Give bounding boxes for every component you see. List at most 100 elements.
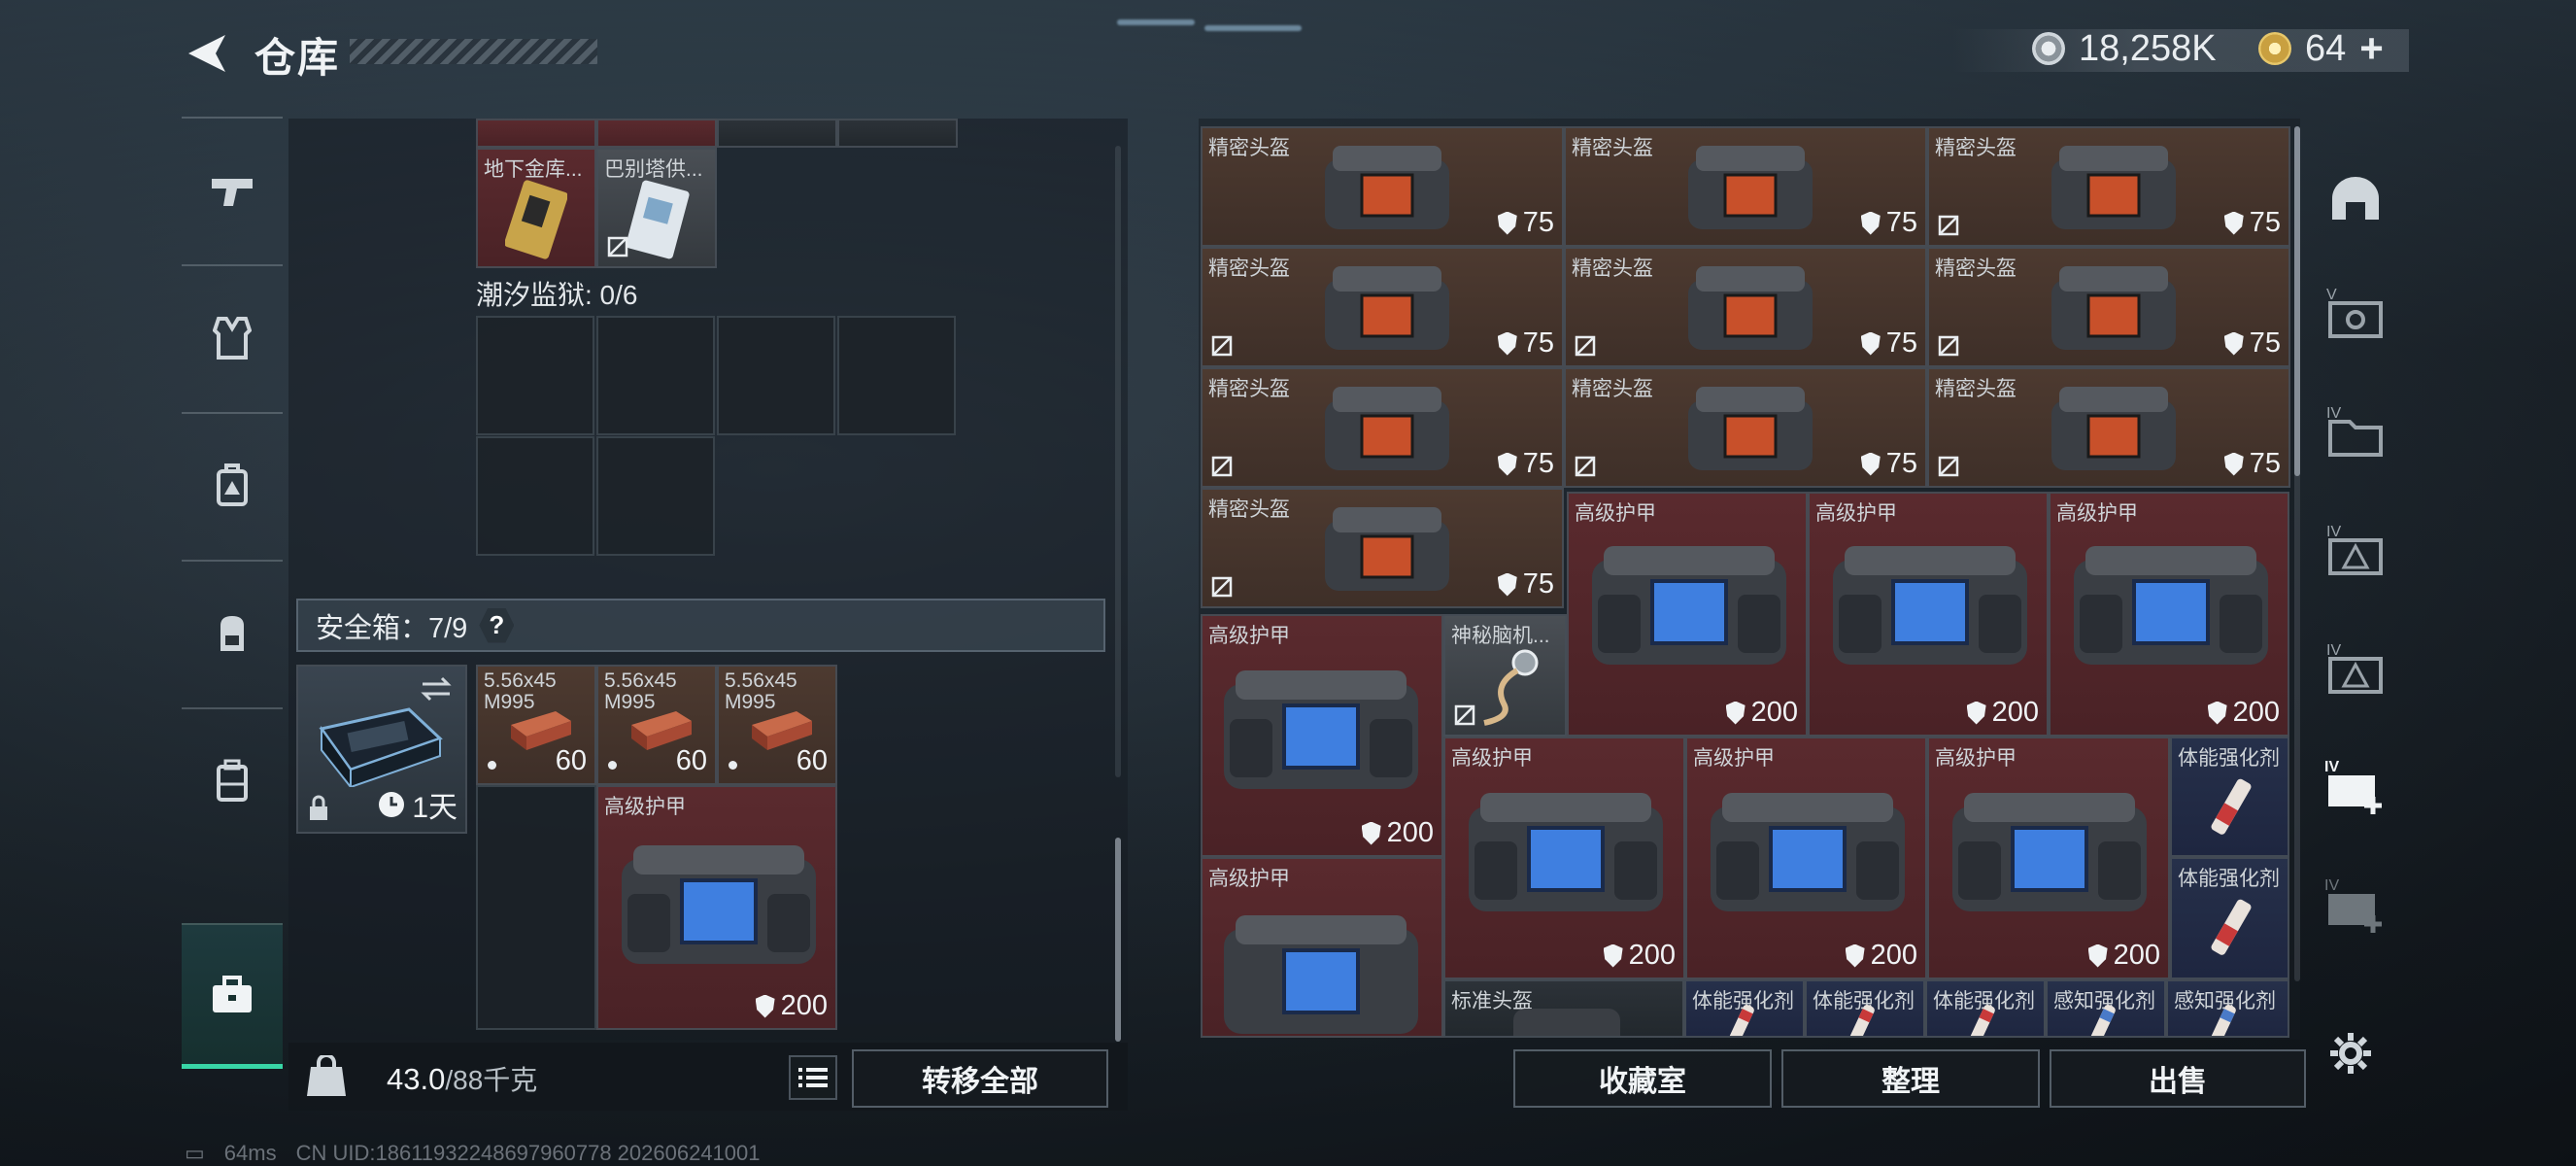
item-babel-key[interactable]: 巴别塔供... <box>596 148 717 268</box>
helmet-value: 75 <box>2223 448 2281 480</box>
item-stim[interactable]: 体能强化剂 <box>1805 979 1925 1038</box>
right-scrollbar[interactable] <box>2294 126 2300 476</box>
nav-weapons[interactable] <box>182 117 283 262</box>
syringe-icon <box>1970 1005 1995 1036</box>
settings-button[interactable] <box>2323 1026 2378 1080</box>
gold-amount: 64 <box>2305 27 2347 69</box>
nav-backpack[interactable] <box>182 560 283 705</box>
dot-marker <box>488 761 496 770</box>
item-name: 高级护甲 <box>1575 502 1656 525</box>
help-button[interactable]: ? <box>479 607 515 643</box>
item-ammo[interactable]: 5.56x45 M995 60 <box>596 665 717 785</box>
item-advanced-armor[interactable]: 高级护甲 200 <box>1685 737 1927 979</box>
item-precision-helmet[interactable]: 精密头盔 75 <box>1564 247 1927 367</box>
ammo-count: 60 <box>796 745 828 776</box>
item-advanced-armor[interactable]: 高级护甲 200 <box>596 785 837 1030</box>
item-stim[interactable]: 体能强化剂 <box>1684 979 1805 1038</box>
unbound-icon <box>1211 456 1233 477</box>
left-scrollbar[interactable] <box>1115 838 1121 1042</box>
battery-icon: ▭ <box>185 1141 205 1165</box>
rnav-slot-iv-3[interactable]: IV <box>2302 616 2409 721</box>
slot-iv-triangle-icon: IV <box>2326 524 2383 575</box>
shield-icon <box>1497 211 1517 235</box>
helmet-value: 75 <box>2223 207 2281 239</box>
uid-text: CN UID:18611932248697960778 202606241001 <box>295 1141 761 1165</box>
nav-storage[interactable] <box>182 707 283 853</box>
safebox-container[interactable]: 1天 <box>296 665 467 834</box>
safebox-label: 安全箱：7/9 <box>316 612 468 644</box>
item-name: 体能强化剂 <box>2178 747 2280 770</box>
item-stim[interactable]: 体能强化剂 <box>2170 857 2289 979</box>
empty-slot[interactable] <box>476 316 594 435</box>
item-precision-helmet[interactable]: 精密头盔 75 <box>1564 367 1927 488</box>
item-precision-helmet[interactable]: 精密头盔 75 <box>1927 367 2290 488</box>
back-button[interactable] <box>175 25 235 82</box>
list-view-button[interactable] <box>789 1055 837 1100</box>
item-mystery-brain[interactable]: 神秘脑机... <box>1443 614 1567 737</box>
shield-icon <box>1966 701 1986 725</box>
nav-chest-rig[interactable] <box>182 412 283 558</box>
rnav-slot-iv-add[interactable]: IV <box>2302 735 2409 840</box>
empty-slot[interactable] <box>717 316 835 435</box>
currency-silver[interactable]: 18,258K <box>2032 27 2217 70</box>
item-precision-helmet[interactable]: 精密头盔 75 <box>1564 126 1927 247</box>
item-name: 精密头盔 <box>1572 378 1653 400</box>
item-partial[interactable] <box>837 119 958 148</box>
armor-plate-icon <box>1469 793 1663 911</box>
safebox-duration: 1天 <box>377 783 458 826</box>
currency-gold[interactable]: 64 + <box>2258 25 2384 72</box>
item-name: 精密头盔 <box>1572 257 1653 280</box>
slot-iv-stack-icon: IV <box>2326 642 2383 694</box>
nav-armor[interactable] <box>182 264 283 410</box>
item-standard-helmet[interactable]: 标准头盔 <box>1443 979 1684 1038</box>
item-vault-key[interactable]: 地下金库... <box>476 148 596 268</box>
item-ammo[interactable]: 5.56x45 M995 60 <box>476 665 596 785</box>
empty-slot[interactable] <box>596 316 715 435</box>
item-perception-stim[interactable]: 感知强化剂 <box>2046 979 2166 1038</box>
empty-slot[interactable] <box>476 785 596 1030</box>
helmet-value: 75 <box>2223 327 2281 360</box>
item-precision-helmet[interactable]: 精密头盔 75 <box>1201 488 1564 608</box>
empty-slot[interactable] <box>476 436 594 556</box>
item-advanced-armor[interactable]: 高级护甲 200 <box>1808 492 2049 737</box>
unbound-icon <box>1454 704 1475 726</box>
unbound-icon <box>607 236 628 257</box>
item-precision-helmet[interactable]: 精密头盔 75 <box>1201 126 1564 247</box>
sell-button[interactable]: 出售 <box>2050 1049 2306 1108</box>
item-advanced-armor[interactable]: 高级护甲 200 <box>1567 492 1808 737</box>
collection-room-button[interactable]: 收藏室 <box>1513 1049 1772 1108</box>
item-precision-helmet[interactable]: 精密头盔 75 <box>1201 247 1564 367</box>
add-currency-button[interactable]: + <box>2359 25 2384 72</box>
nav-safebox[interactable] <box>182 923 283 1069</box>
title-decoration <box>350 39 597 64</box>
item-partial[interactable] <box>476 119 596 148</box>
keycard-icon <box>505 180 567 259</box>
item-advanced-armor[interactable]: 高级护甲 <box>1201 857 1443 1038</box>
item-precision-helmet[interactable]: 精密头盔 75 <box>1927 126 2290 247</box>
item-advanced-armor[interactable]: 高级护甲 200 <box>1201 614 1443 857</box>
helmet-value: 75 <box>1497 448 1554 480</box>
item-stim[interactable]: 体能强化剂 <box>1925 979 2046 1038</box>
rnav-slot-v[interactable]: V <box>2302 260 2409 365</box>
safebox-icon <box>319 707 443 787</box>
item-perception-stim[interactable]: 感知强化剂 <box>2166 979 2289 1038</box>
sort-button[interactable]: 整理 <box>1781 1049 2040 1108</box>
rnav-helmet[interactable] <box>2302 146 2409 251</box>
empty-slot[interactable] <box>596 436 715 556</box>
item-partial[interactable] <box>596 119 717 148</box>
rnav-slot-iv-add-2[interactable]: IV <box>2302 853 2409 958</box>
item-advanced-armor[interactable]: 高级护甲 200 <box>1443 737 1685 979</box>
transfer-all-button[interactable]: 转移全部 <box>852 1049 1108 1108</box>
rnav-slot-iv-2[interactable]: IV <box>2302 497 2409 602</box>
slot-v-icon: V <box>2326 287 2383 338</box>
item-precision-helmet[interactable]: 精密头盔 75 <box>1927 247 2290 367</box>
item-ammo[interactable]: 5.56x45 M995 60 <box>717 665 837 785</box>
armor-vest-icon <box>213 317 252 360</box>
item-partial[interactable] <box>717 119 837 148</box>
rnav-slot-iv-1[interactable]: IV <box>2302 379 2409 484</box>
item-advanced-armor[interactable]: 高级护甲 200 <box>1927 737 2170 979</box>
item-stim[interactable]: 体能强化剂 <box>2170 737 2289 857</box>
item-advanced-armor[interactable]: 高级护甲 200 <box>2049 492 2289 737</box>
empty-slot[interactable] <box>837 316 956 435</box>
item-precision-helmet[interactable]: 精密头盔 75 <box>1201 367 1564 488</box>
